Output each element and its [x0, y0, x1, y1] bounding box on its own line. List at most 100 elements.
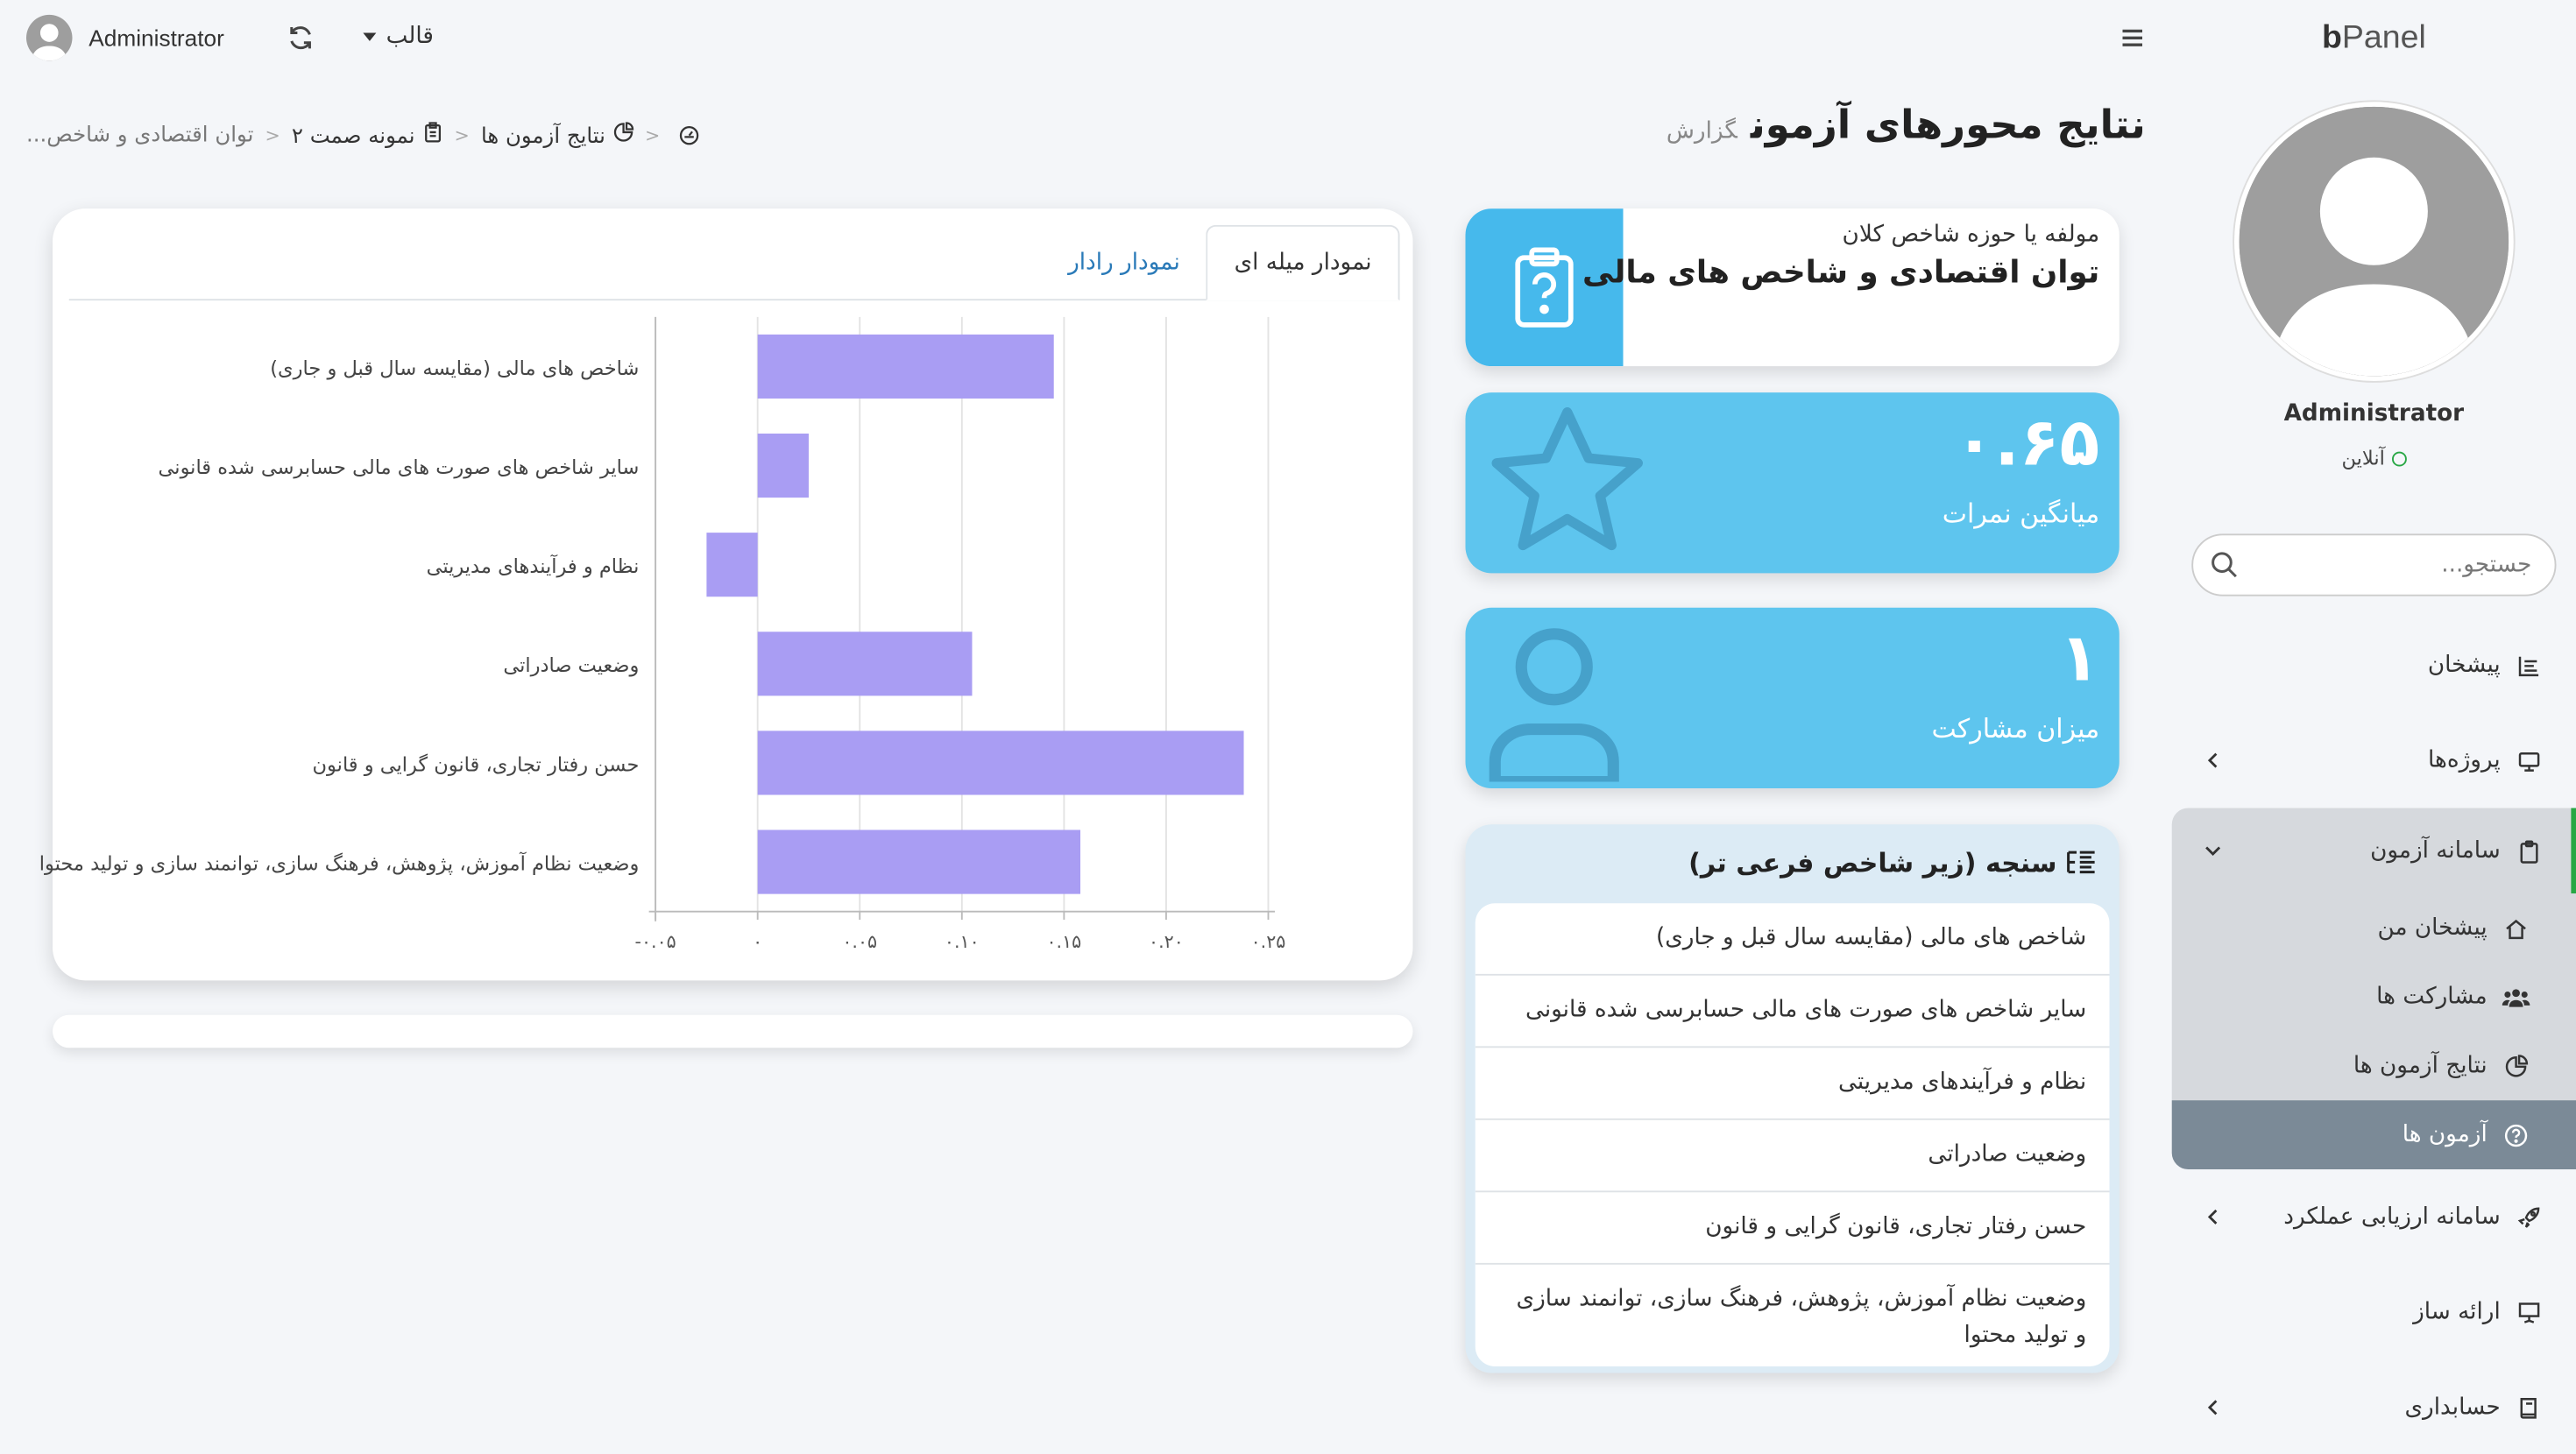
search-input[interactable] [2235, 535, 2532, 595]
category-label: نظام و فرآیندهای مدیریتی [427, 554, 640, 578]
breadcrumb-item[interactable]: نتایج آزمون ها [481, 122, 633, 150]
page-title: نتایج محورهای آزمون گزارش [1667, 102, 2146, 148]
breadcrumb-label: نمونه صمت ۲ [291, 124, 415, 150]
brand-logo[interactable]: bPanel [2172, 0, 2576, 75]
breadcrumb-separator: < [265, 124, 280, 146]
list-item: نظام و فرآیندهای مدیریتی [1475, 1048, 2110, 1120]
refresh-icon[interactable] [286, 23, 315, 53]
category-label: شاخص های مالی (مقایسه سال قبل و جاری) [270, 357, 639, 380]
dashboard-gauge-icon[interactable] [678, 125, 699, 146]
nav-label: آزمون ها [2402, 1121, 2488, 1148]
user-menu[interactable]: Administrator [26, 14, 224, 61]
nav-label: مشارکت ها [2376, 984, 2488, 1011]
profile-name: Administrator [2283, 400, 2465, 427]
profile-avatar [2234, 102, 2514, 381]
users-icon [2501, 982, 2530, 1012]
measures-title: سنجه (زیر شاخص فرعی تر) [1688, 846, 2057, 879]
nav-label: پیشخان من [2377, 914, 2488, 942]
average-score-value: ۰.۶۵ [1954, 406, 2100, 482]
axis-card-label: مولفه یا حوزه شاخص کلان [1842, 222, 2100, 249]
breadcrumb-separator: < [454, 124, 470, 146]
chart-card: ۰.۰۵- ۰ ۰.۰۵ ۰.۱۰ ۰.۱۵ ۰.۲۰ ۰.۲۵ شاخص های مالی … [39, 208, 1413, 981]
nav-item-accounting[interactable]: حسابداری [2172, 1360, 2576, 1454]
tab-bar-chart[interactable]: نمودار میله ای [1206, 224, 1400, 301]
clipboard-icon [2514, 836, 2544, 865]
x-tick-label: ۰.۰۵- [635, 931, 676, 952]
axis-card: مولفه یا حوزه شاخص کلان توان اقتصادی و ش… [1465, 208, 2120, 367]
list-item: وضعیت صادراتی [1475, 1120, 2110, 1193]
nav-item-dashboard[interactable]: پیشخان [2172, 618, 2576, 713]
x-tick-label: ۰ [753, 931, 762, 952]
chart-pie-icon [612, 122, 633, 142]
bar [757, 334, 1054, 399]
nav-label: سامانه آزمون [2370, 837, 2501, 865]
empty-card [53, 1014, 1413, 1048]
nav-label: ارائه ساز [2413, 1299, 2501, 1326]
chevron-left-icon [2207, 1209, 2218, 1225]
breadcrumb-item[interactable]: نمونه صمت ۲ [292, 122, 443, 150]
list-item: سایر شاخص های صورت های مالی حسابرسی شده … [1475, 976, 2110, 1048]
brand-name: Panel [2341, 19, 2426, 56]
nav-label: سامانه ارزیابی عملکرد [2283, 1203, 2501, 1231]
dashboard-icon [2514, 651, 2544, 681]
category-label: وضعیت صادراتی [503, 654, 639, 677]
x-tick-label: ۰.۰۵ [842, 931, 877, 952]
sidebar: bPanel Administrator آنلاین پیشخان پروژه… [2171, 0, 2576, 1454]
user-avatar [26, 14, 73, 61]
caret-down-icon [363, 32, 377, 40]
hamburger-menu-icon[interactable] [2120, 25, 2146, 51]
search-icon[interactable] [2210, 550, 2240, 580]
nav-item-exam-system[interactable]: سامانه آزمون [2172, 808, 2576, 894]
brand-prefix: b [2321, 19, 2342, 56]
nav-item-performance[interactable]: سامانه ارزیابی عملکرد [2172, 1169, 2576, 1265]
book-icon [2514, 1393, 2544, 1422]
category-label: وضعیت نظام آموزش، پژوهش، فرهنگ سازی، توا… [39, 851, 640, 875]
category-label: حسن رفتار تجاری، قانون گرایی و قانون [313, 752, 640, 776]
status-dot-icon [2391, 451, 2407, 467]
nav-item-exam-results[interactable]: نتایج آزمون ها [2172, 1032, 2576, 1101]
nav-submenu: پیشخان من مشارکت ها نتایج آزمون ها آزمون… [2171, 893, 2576, 1169]
list-item: وضعیت نظام آموزش، پژوهش، فرهنگ سازی، توا… [1516, 1286, 2087, 1349]
tab-radar-chart[interactable]: نمودار رادار [1042, 225, 1207, 300]
bar [757, 434, 809, 498]
list-item: حسن رفتار تجاری، قانون گرایی و قانون [1475, 1192, 2110, 1265]
bar [706, 533, 758, 597]
chart-pie-icon [2501, 1051, 2530, 1081]
question-circle-icon [2501, 1120, 2530, 1150]
chevron-left-icon [2207, 1400, 2218, 1415]
page-title-text: نتایج محورهای آزمون [1750, 102, 2146, 148]
nav-item-participations[interactable]: مشارکت ها [2172, 963, 2576, 1032]
status-text: آنلاین [2341, 447, 2385, 470]
average-score-caption: میانگین نمرات [1942, 498, 2100, 529]
nav-item-exams[interactable]: آزمون ها [2171, 1100, 2576, 1169]
chart-tabs: نمودار میله ای نمودار رادار [68, 224, 1400, 301]
x-tick-label: ۰.۱۰ [945, 931, 980, 952]
measures-header: سنجه (زیر شاخص فرعی تر) [1466, 824, 2120, 900]
bar-chart: ۰.۰۵- ۰ ۰.۰۵ ۰.۱۰ ۰.۱۵ ۰.۲۰ ۰.۲۵ شاخص های مالی … [39, 316, 1286, 952]
x-tick-label: ۰.۲۵ [1251, 931, 1286, 952]
star-icon [1491, 407, 1643, 551]
presentation-icon [2514, 1297, 2544, 1327]
nav-label: پروژه‌ها [2427, 747, 2501, 774]
nav-item-projects[interactable]: پروژه‌ها [2172, 713, 2576, 808]
clipboard-icon [424, 122, 441, 143]
nav-item-presentation[interactable]: ارائه ساز [2172, 1265, 2576, 1360]
breadcrumb-label: نتایج آزمون ها [480, 124, 605, 150]
top-username: Administrator [88, 25, 224, 52]
nav-label: نتایج آزمون ها [2353, 1052, 2488, 1079]
projects-icon [2514, 745, 2544, 775]
list-tree-icon [2067, 851, 2095, 874]
axis-card-value: توان اقتصادی و شاخص های مالی [1582, 254, 2100, 291]
nav-group-exam-system: سامانه آزمون پیشخان من مشارکت ها نتایج آ… [2171, 808, 2576, 1169]
bar [757, 731, 1244, 795]
nav-label: پیشخان [2427, 652, 2501, 679]
nav-item-my-dashboard[interactable]: پیشخان من [2172, 893, 2576, 963]
chevron-left-icon [2207, 752, 2218, 768]
bar [757, 632, 973, 696]
template-dropdown[interactable]: قالب [363, 23, 434, 49]
x-tick-label: ۰.۱۵ [1046, 931, 1081, 952]
chevron-down-icon [2205, 846, 2221, 856]
breadcrumb-separator: < [644, 124, 661, 146]
nav-label: حسابداری [2404, 1394, 2501, 1421]
sidebar-nav: پیشخان پروژه‌ها سامانه آزمون پیشخان من [2171, 618, 2576, 1454]
